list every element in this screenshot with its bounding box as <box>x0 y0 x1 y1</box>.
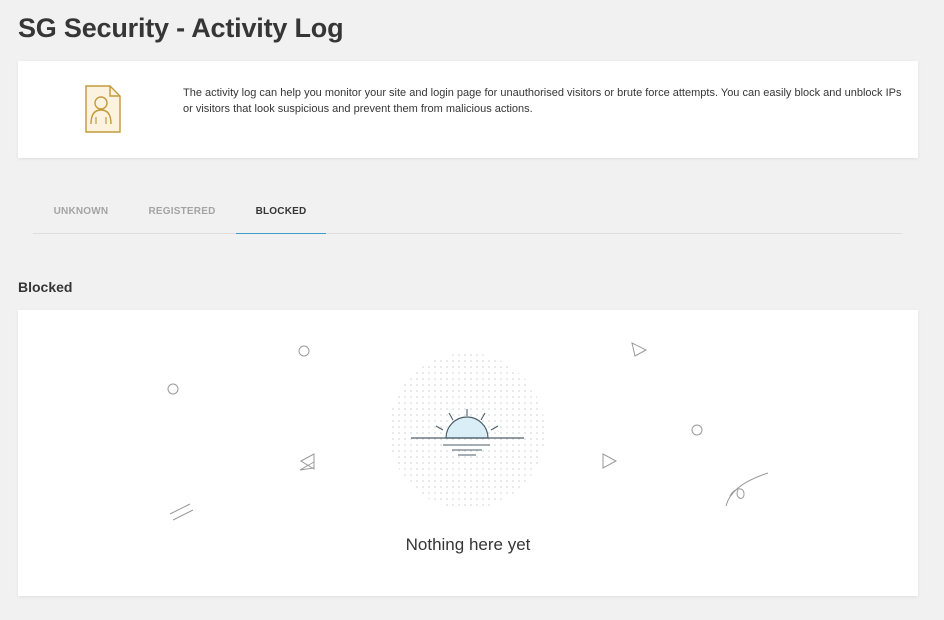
intro-card: The activity log can help you monitor yo… <box>18 61 918 158</box>
tab-blocked[interactable]: BLOCKED <box>236 190 326 234</box>
intro-description: The activity log can help you monitor yo… <box>183 87 902 115</box>
page-title: SG Security - Activity Log <box>18 13 344 43</box>
tab-unknown[interactable]: UNKNOWN <box>33 190 129 233</box>
section-title: Blocked <box>18 279 73 295</box>
activity-tabs: UNKNOWN REGISTERED BLOCKED <box>33 190 902 234</box>
tab-registered[interactable]: REGISTERED <box>137 190 227 233</box>
empty-state-card: Nothing here yet <box>18 310 918 596</box>
empty-state-message: Nothing here yet <box>405 535 531 554</box>
user-document-icon <box>85 85 121 133</box>
